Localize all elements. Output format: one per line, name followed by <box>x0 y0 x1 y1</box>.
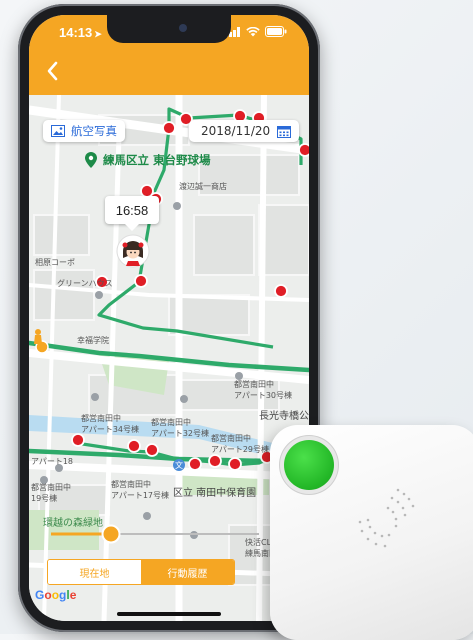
battery-icon <box>265 26 287 37</box>
map-label-watanabe: 渡辺誠一商店 <box>179 182 227 191</box>
front-camera <box>179 24 187 32</box>
map-label-toei30: 都営南田中 アパート30号棟 <box>234 380 293 400</box>
google-logo: Google <box>35 588 77 602</box>
map-label-toei32: 都営南田中 アパート32号棟 <box>151 418 210 438</box>
wifi-icon <box>246 26 260 36</box>
tab-current-location[interactable]: 現在地 <box>48 560 141 584</box>
svg-text:文: 文 <box>175 460 183 470</box>
aerial-photo-label: 航空写真 <box>71 124 117 138</box>
map-label-chokoji: 長光寺橋公 <box>259 411 309 422</box>
calendar-icon <box>277 126 291 138</box>
aerial-photo-button[interactable]: 航空写真 <box>43 120 125 142</box>
place-marker[interactable]: 練馬区立 東台野球場 <box>85 152 211 168</box>
location-arrow-icon: ➤ <box>94 29 102 39</box>
home-indicator <box>117 612 221 616</box>
map-label-toei29: 都営南田中 アパート29号棟 <box>211 434 270 454</box>
map-label-toei18: アパート18 <box>31 457 74 466</box>
image-icon <box>51 125 65 137</box>
tab-activity-history[interactable]: 行動履歴 <box>141 560 234 584</box>
status-time: 14:13 ➤ <box>59 25 102 40</box>
tracker-button[interactable] <box>284 440 334 490</box>
status-indicators <box>225 26 287 37</box>
tracker-device <box>270 425 473 640</box>
phone-notch <box>107 15 231 43</box>
speaker-grill-icon <box>358 488 415 548</box>
map-label-toei34: 都営南田中 アパート34号棟 <box>81 414 140 434</box>
time-slider[interactable] <box>47 523 259 545</box>
map-label-sagami: 相原コーポ <box>35 258 75 267</box>
map-label-toei17: 都営南田中 アパート17号棟 <box>111 480 170 500</box>
time-bubble: 16:58 <box>105 196 159 231</box>
map-pin-icon <box>85 152 97 168</box>
map-label-nursery: 区立 南田中保育園 <box>173 488 257 499</box>
map-label-green-house: グリーンハウス <box>57 279 113 288</box>
time-bubble-label: 16:58 <box>115 202 149 218</box>
place-name: 練馬区立 東台野球場 <box>103 153 211 167</box>
mode-toggle[interactable]: 現在地 行動履歴 <box>47 559 235 585</box>
map-label-toei19: 都営南田中 19号棟 <box>31 483 71 503</box>
date-label: 2018/11/20 <box>201 124 271 138</box>
date-selector[interactable]: 2018/11/20 <box>189 120 299 142</box>
app-header <box>29 49 309 95</box>
map-view[interactable]: 文 渡辺誠一商店 相原コーポ グリーンハウス 幸福学院 都営南田中 アパート30… <box>29 95 309 621</box>
map-label-kofuku: 幸福学院 <box>77 336 109 345</box>
chevron-left-icon[interactable] <box>39 57 67 85</box>
phone-screen: 14:13 ➤ 文 渡辺誠一商店 相原コーポ グリーンハウス 幸福学院 都営南田… <box>29 15 309 621</box>
child-avatar-icon[interactable] <box>116 234 150 268</box>
